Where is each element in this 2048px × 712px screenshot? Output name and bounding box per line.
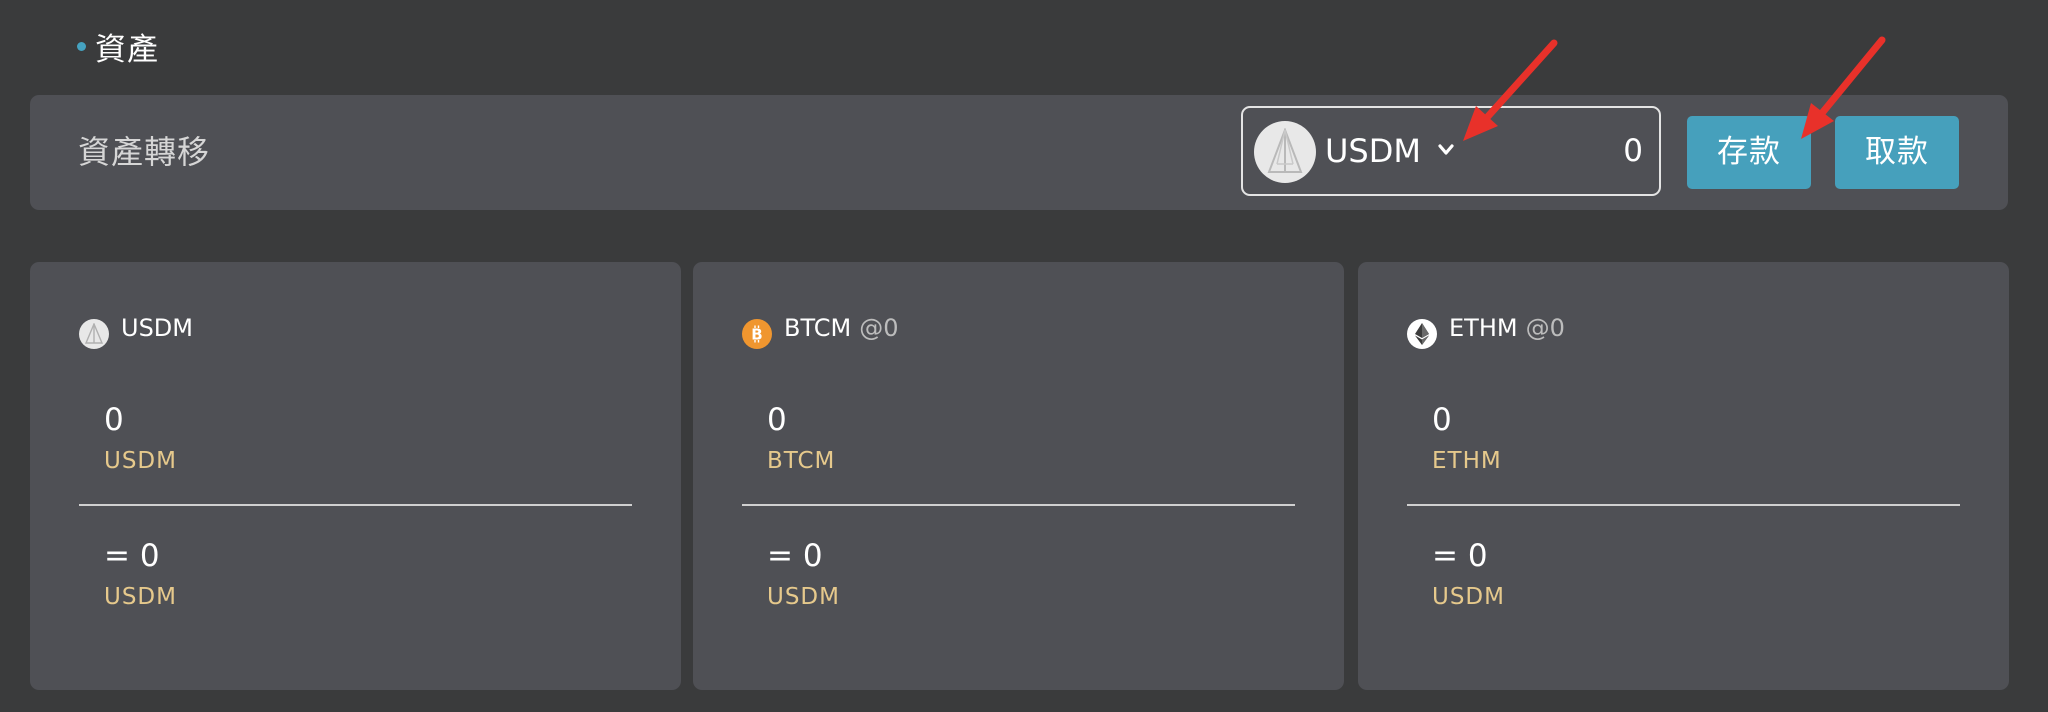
deposit-button[interactable]: 存款	[1687, 116, 1811, 189]
asset-card-header: USDM	[79, 312, 193, 349]
asset-balance-unit: ETHM	[1432, 448, 1502, 474]
usdm-coin-icon	[79, 319, 109, 349]
asset-balance: 0	[1432, 402, 1452, 438]
usdm-coin-icon	[1254, 121, 1316, 183]
asset-name: USDM	[121, 314, 193, 342]
asset-card-ethm: ETHM @0 0 ETHM = 0 USDM	[1358, 262, 2009, 690]
asset-balance-unit: USDM	[104, 448, 177, 474]
section-title: 資產	[95, 31, 159, 68]
asset-balance-unit: BTCM	[767, 448, 836, 474]
selected-asset-name: USDM	[1325, 132, 1421, 170]
asset-equivalent-unit: USDM	[767, 584, 840, 610]
asset-equivalent-unit: USDM	[104, 584, 177, 610]
withdraw-button[interactable]: 取款	[1835, 116, 1959, 189]
asset-card-btcm: B BTCM @0 0 BTCM = 0 USDM	[693, 262, 1344, 690]
asset-transfer-form: USDM	[1241, 106, 1661, 196]
asset-balance: 0	[104, 402, 124, 438]
divider	[79, 504, 632, 506]
asset-card-usdm: USDM 0 USDM = 0 USDM	[30, 262, 681, 690]
divider	[1407, 504, 1960, 506]
asset-rate: @0	[1525, 314, 1565, 342]
asset-balance: 0	[767, 402, 787, 438]
asset-equivalent-unit: USDM	[1432, 584, 1505, 610]
asset-equivalent-value: = 0	[767, 538, 823, 574]
section-heading: 資產	[77, 24, 159, 68]
svg-text:B: B	[751, 326, 762, 344]
divider	[742, 504, 1295, 506]
asset-equivalent-value: = 0	[1432, 538, 1488, 574]
bullet-dot-icon	[77, 41, 86, 51]
bitcoin-coin-icon: B	[742, 319, 772, 349]
ethereum-coin-icon	[1407, 319, 1437, 349]
asset-name: BTCM	[784, 314, 852, 342]
asset-name: ETHM	[1449, 314, 1518, 342]
asset-card-header: ETHM @0	[1407, 312, 1565, 349]
asset-rate: @0	[859, 314, 899, 342]
asset-card-header: B BTCM @0	[742, 312, 899, 349]
chevron-down-icon	[1438, 144, 1454, 155]
asset-transfer-panel: 資產轉移 USDM 存款 取款	[30, 95, 2008, 210]
asset-equivalent-value: = 0	[104, 538, 160, 574]
amount-input[interactable]	[1473, 122, 1643, 180]
asset-transfer-label: 資產轉移	[78, 133, 211, 171]
